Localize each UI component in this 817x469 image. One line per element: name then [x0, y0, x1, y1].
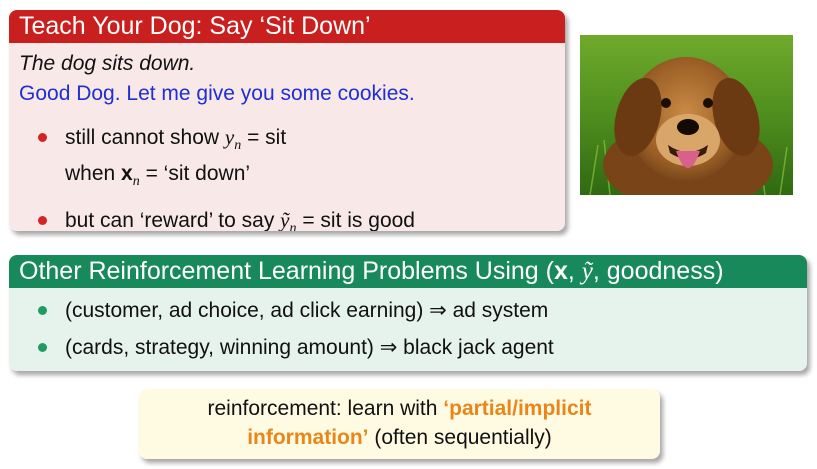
other-problems-bullets: (customer, ad choice, ad click earning) … — [19, 292, 797, 366]
bullet-black-jack: (cards, strategy, winning amount) ⇒ blac… — [38, 329, 797, 366]
reinforcement-note: reinforcement: learn with ‘partial/impli… — [139, 389, 660, 459]
good-dog-line: Good Dog. Let me give you some cookies. — [19, 82, 415, 105]
teach-dog-bullets: still cannot show yn = sit when xn = ‘si… — [19, 123, 555, 231]
teach-dog-body: The dog sits down. Good Dog. Let me give… — [9, 43, 565, 231]
other-problems-block: Other Reinforcement Learning Problems Us… — [9, 255, 807, 371]
teach-dog-block: Teach Your Dog: Say ‘Sit Down’ The dog s… — [9, 10, 565, 231]
bullet-dot — [38, 216, 47, 226]
bullet-can-reward: but can ‘reward’ to say ỹn = sit is good — [38, 205, 555, 231]
other-problems-title: Other Reinforcement Learning Problems Us… — [9, 255, 807, 288]
bullet-ad-system: (customer, ad choice, ad click earning) … — [38, 292, 797, 329]
dog-photo — [580, 35, 793, 195]
bullet-cannot-show: still cannot show yn = sit when xn = ‘si… — [38, 123, 555, 196]
bullet-dot — [38, 343, 47, 352]
bullet-dot — [38, 306, 47, 315]
bullet-dot — [38, 133, 47, 142]
other-problems-body: (customer, ad choice, ad click earning) … — [9, 288, 807, 371]
teach-dog-title: Teach Your Dog: Say ‘Sit Down’ — [9, 10, 565, 43]
dog-sits-line: The dog sits down. — [19, 52, 196, 75]
